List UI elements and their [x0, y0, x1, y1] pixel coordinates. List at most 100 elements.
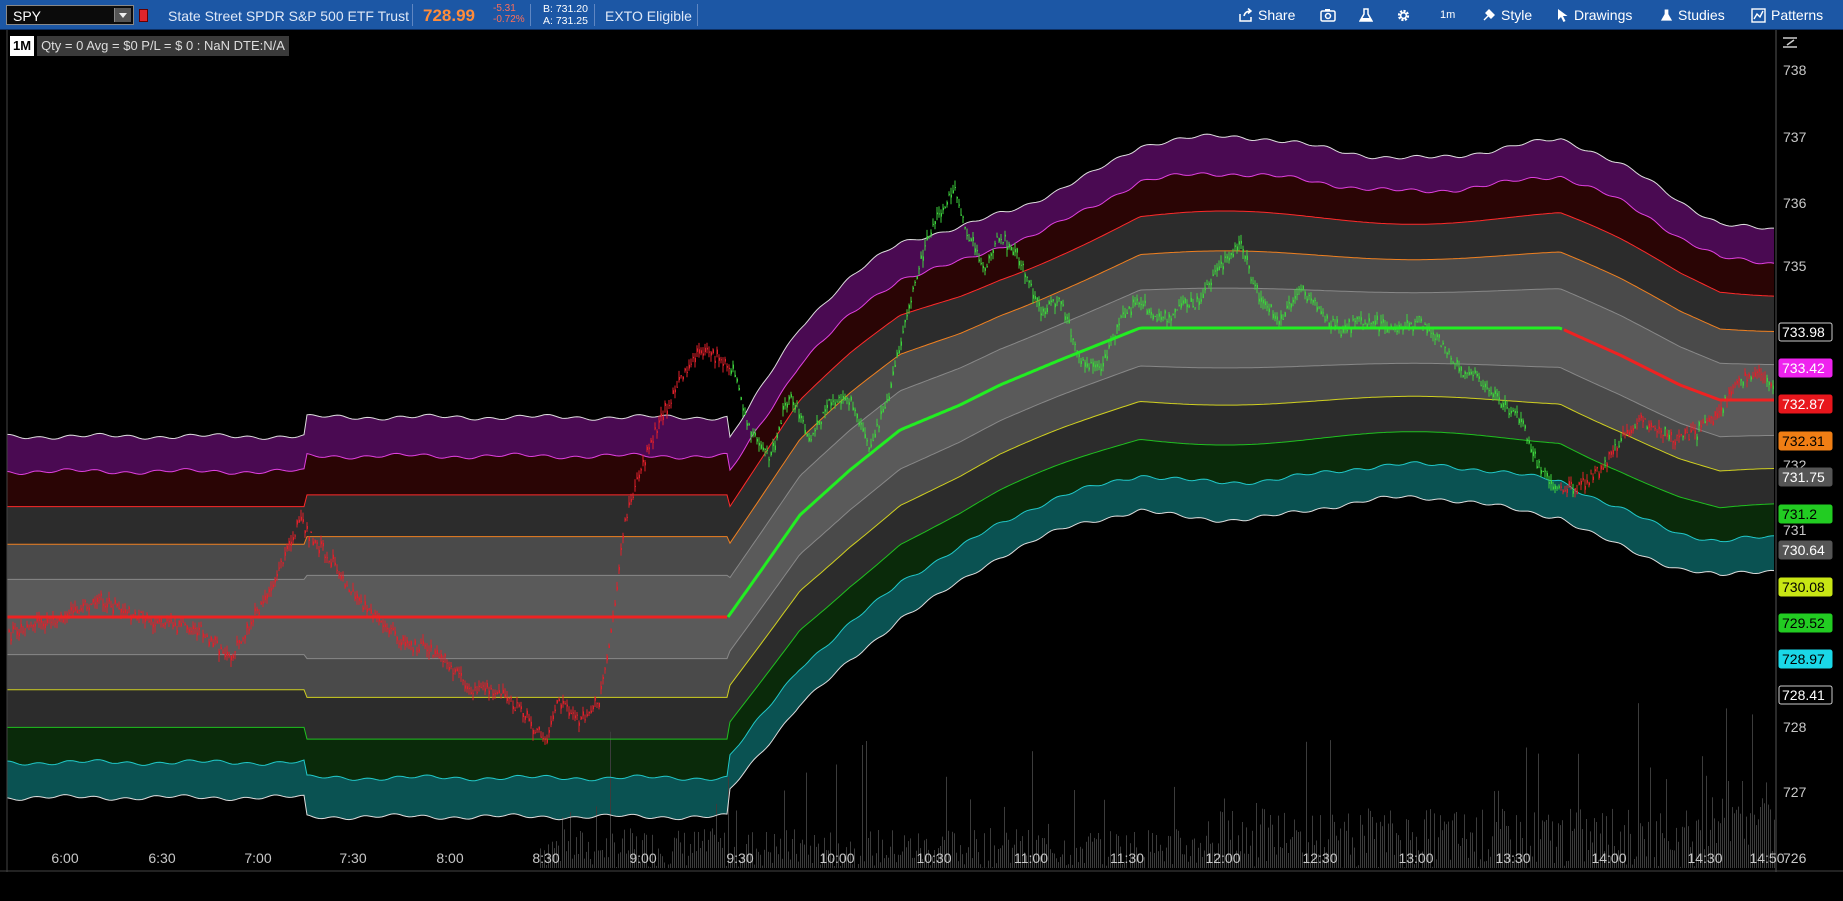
timeframe-button[interactable]: 1m: [1440, 0, 1455, 30]
volume-bar: [1492, 836, 1493, 868]
timeframe-badge[interactable]: 1M: [10, 36, 35, 56]
candle-body: [242, 638, 244, 640]
candle-body: [650, 440, 652, 443]
volume-bar: [1264, 809, 1265, 868]
candle-body: [628, 502, 630, 506]
candle-body: [1642, 420, 1644, 423]
candle-body: [396, 636, 398, 641]
candle-body: [672, 390, 674, 394]
candle-body: [840, 400, 842, 404]
volume-bar: [708, 839, 709, 868]
volume-bar: [656, 865, 657, 868]
candle-body: [128, 607, 130, 609]
candle-body: [758, 442, 760, 446]
flag-icon[interactable]: [139, 9, 148, 22]
volume-bar: [1404, 867, 1405, 868]
volume-bar: [1288, 853, 1289, 868]
price-chart[interactable]: 6:00 6:30 7:00 7:30 8:00 8:30 9:00 9:30 10:00 10:…: [0, 30, 1843, 901]
share-button[interactable]: Share: [1239, 0, 1295, 30]
candle-body: [20, 624, 22, 628]
candle-body: [1556, 487, 1558, 489]
candle-body: [588, 711, 590, 714]
candle-body: [660, 413, 662, 417]
candle-body: [1028, 280, 1030, 283]
candle-body: [564, 703, 566, 705]
candle-body: [1146, 310, 1148, 314]
settings-button[interactable]: [1396, 0, 1411, 30]
volume-bar: [608, 857, 609, 868]
price-tag-label: 731.75: [1782, 469, 1825, 485]
volume-bar: [798, 861, 799, 868]
screenshot-button[interactable]: [1320, 0, 1336, 30]
candle-body: [1680, 434, 1682, 436]
studies-button[interactable]: Studies: [1660, 0, 1725, 30]
candle-body: [1714, 411, 1716, 416]
volume-bar: [1182, 854, 1183, 868]
candle-body: [304, 530, 306, 534]
volume-bar: [1280, 847, 1281, 868]
collapse-icon[interactable]: [1783, 37, 1797, 48]
candle-body: [934, 221, 936, 225]
volume-bar: [610, 731, 611, 868]
symbol-selector[interactable]: SPY: [6, 5, 134, 25]
volume-bar: [1472, 832, 1473, 868]
candle-body: [274, 578, 276, 583]
candle-body: [368, 608, 370, 610]
patterns-button[interactable]: Patterns: [1751, 0, 1823, 30]
volume-bar: [1640, 823, 1641, 868]
candle-body: [700, 350, 702, 354]
position-summary: Qty = 0 Avg = $0 P/L = $ 0 : NaN DTE:N/A: [37, 36, 289, 56]
volume-bar: [1740, 813, 1741, 868]
volume-bar: [954, 833, 955, 868]
volume-bar: [1488, 849, 1489, 868]
candle-body: [1478, 376, 1480, 379]
candle-body: [1462, 375, 1464, 377]
candle-body: [1500, 404, 1502, 408]
volume-bar: [1340, 828, 1341, 868]
candle-body: [1108, 345, 1110, 348]
candle-body: [384, 624, 386, 627]
chevron-down-icon[interactable]: [114, 8, 131, 22]
candle-body: [1732, 386, 1734, 388]
candle-body: [570, 712, 572, 715]
volume-bar: [862, 745, 863, 868]
candle-body: [1756, 371, 1758, 374]
volume-bar: [1166, 847, 1167, 868]
drawings-button[interactable]: Drawings: [1557, 0, 1632, 30]
candle-body: [380, 620, 382, 623]
candle-body: [1254, 284, 1256, 287]
camera-icon: [1320, 9, 1336, 22]
candle-body: [454, 669, 456, 673]
candle-body: [1172, 314, 1174, 315]
candle-body: [140, 611, 142, 613]
candle-body: [486, 683, 488, 688]
candle-body: [204, 637, 206, 639]
volume-bar: [772, 862, 773, 868]
candle-body: [1312, 299, 1314, 303]
candle-body: [1136, 298, 1138, 301]
x-tick-label: 6:30: [148, 850, 175, 866]
volume-bar: [1642, 826, 1643, 868]
volume-bar: [1296, 830, 1297, 868]
volume-bar: [1676, 827, 1677, 868]
volume-bar: [976, 839, 977, 868]
candle-body: [970, 238, 972, 242]
candle-body: [1664, 426, 1666, 430]
candle-body: [942, 207, 944, 211]
candle-body: [160, 618, 162, 622]
patterns-icon: [1751, 7, 1766, 23]
candle-body: [108, 598, 110, 602]
y-tick-label: 728: [1783, 719, 1807, 735]
candle-body: [1214, 270, 1216, 272]
volume-bar: [1646, 856, 1647, 868]
candle-body: [1654, 427, 1656, 430]
flask-button[interactable]: [1359, 0, 1373, 30]
candle-body: [1502, 403, 1504, 408]
exto-eligible-label: EXTO Eligible: [605, 8, 692, 24]
candle-body: [1286, 305, 1288, 308]
candle-body: [1736, 381, 1738, 384]
volume-bar: [1092, 841, 1093, 868]
volume-bar: [662, 856, 663, 868]
candle-body: [642, 459, 644, 463]
style-button[interactable]: Style: [1482, 0, 1532, 30]
